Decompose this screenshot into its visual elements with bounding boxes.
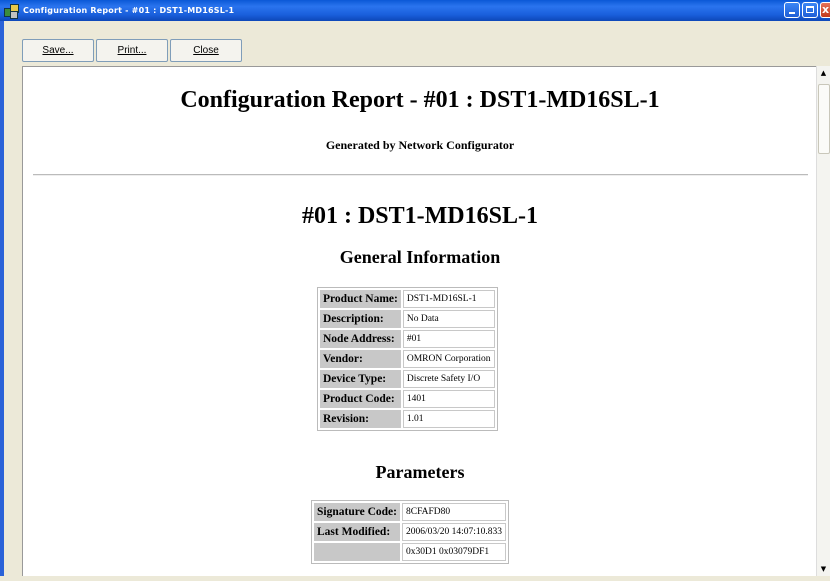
report-title: Configuration Report - #01 : DST1-MD16SL… <box>180 87 660 113</box>
table-row: Product Code: 1401 <box>320 390 495 408</box>
table-row: 0x30D1 0x03079DF1 <box>314 543 507 561</box>
row-value: #01 <box>402 330 495 348</box>
table-row: Revision: 1.01 <box>320 410 495 428</box>
table-row: Description: No Data <box>320 310 495 328</box>
table-row: Product Name: DST1-MD16SL-1 <box>320 290 495 308</box>
row-key: Last Modified: <box>314 523 400 541</box>
divider <box>33 174 808 176</box>
table-row: Signature Code: 8CFAFD80 <box>314 503 507 521</box>
row-key: Product Name: <box>320 290 401 308</box>
scrollbar-thumb[interactable] <box>818 84 830 154</box>
table-row: Vendor: OMRON Corporation <box>320 350 495 368</box>
close-icon: x <box>822 3 830 16</box>
maximize-button[interactable] <box>802 2 818 18</box>
row-value: 2006/03/20 14:07:10.833 <box>401 523 507 541</box>
app-icon <box>4 3 19 19</box>
print-button[interactable]: Print... <box>96 39 168 62</box>
save-button[interactable]: Save... <box>22 39 94 62</box>
row-key: Description: <box>320 310 401 328</box>
general-info-table: Product Name: DST1-MD16SL-1 Description: No… <box>317 287 498 431</box>
row-value: 0x30D1 0x03079DF1 <box>401 543 507 561</box>
row-value: OMRON Corporation <box>402 350 495 368</box>
row-value: 1.01 <box>402 410 495 428</box>
close-window-button[interactable]: x <box>820 2 830 18</box>
row-key: Signature Code: <box>314 503 400 521</box>
report-subtitle: Generated by Network Configurator <box>325 138 515 152</box>
close-button[interactable]: Close <box>170 39 242 62</box>
row-key: Product Code: <box>320 390 401 408</box>
window-left-edge <box>0 66 22 581</box>
table-row: Device Type: Discrete Safety I/O <box>320 370 495 388</box>
scroll-up-arrow-icon[interactable]: ▲ <box>817 66 830 80</box>
row-value: 8CFAFD80 <box>401 503 507 521</box>
report-view[interactable]: Configuration Report - #01 : DST1-MD16SL… <box>22 66 817 577</box>
general-info-heading: General Information <box>339 247 501 267</box>
maximize-icon <box>806 6 814 13</box>
minimize-icon <box>789 12 795 14</box>
row-value: No Data <box>402 310 495 328</box>
vertical-scrollbar[interactable]: ▲ ▼ <box>816 66 830 576</box>
row-key: Revision: <box>320 410 401 428</box>
row-key: Vendor: <box>320 350 401 368</box>
row-key: Node Address: <box>320 330 401 348</box>
row-value: Discrete Safety I/O <box>402 370 495 388</box>
title-bar: Configuration Report - #01 : DST1-MD16SL… <box>0 0 830 21</box>
row-value: DST1-MD16SL-1 <box>402 290 495 308</box>
row-key <box>314 543 400 561</box>
window-title: Configuration Report - #01 : DST1-MD16SL… <box>23 6 235 15</box>
window-bottom-edge <box>0 576 830 581</box>
minimize-button[interactable] <box>784 2 800 18</box>
toolbar: Save... Print... Close <box>0 21 830 66</box>
table-row: Node Address: #01 <box>320 330 495 348</box>
table-row: Last Modified: 2006/03/20 14:07:10.833 <box>314 523 507 541</box>
row-value: 1401 <box>402 390 495 408</box>
device-heading: #01 : DST1-MD16SL-1 <box>301 203 538 229</box>
scroll-down-arrow-icon[interactable]: ▼ <box>817 562 830 576</box>
row-key: Device Type: <box>320 370 401 388</box>
parameters-table: Signature Code: 8CFAFD80 Last Modified: 200… <box>311 500 510 564</box>
parameters-heading: Parameters <box>375 462 465 482</box>
